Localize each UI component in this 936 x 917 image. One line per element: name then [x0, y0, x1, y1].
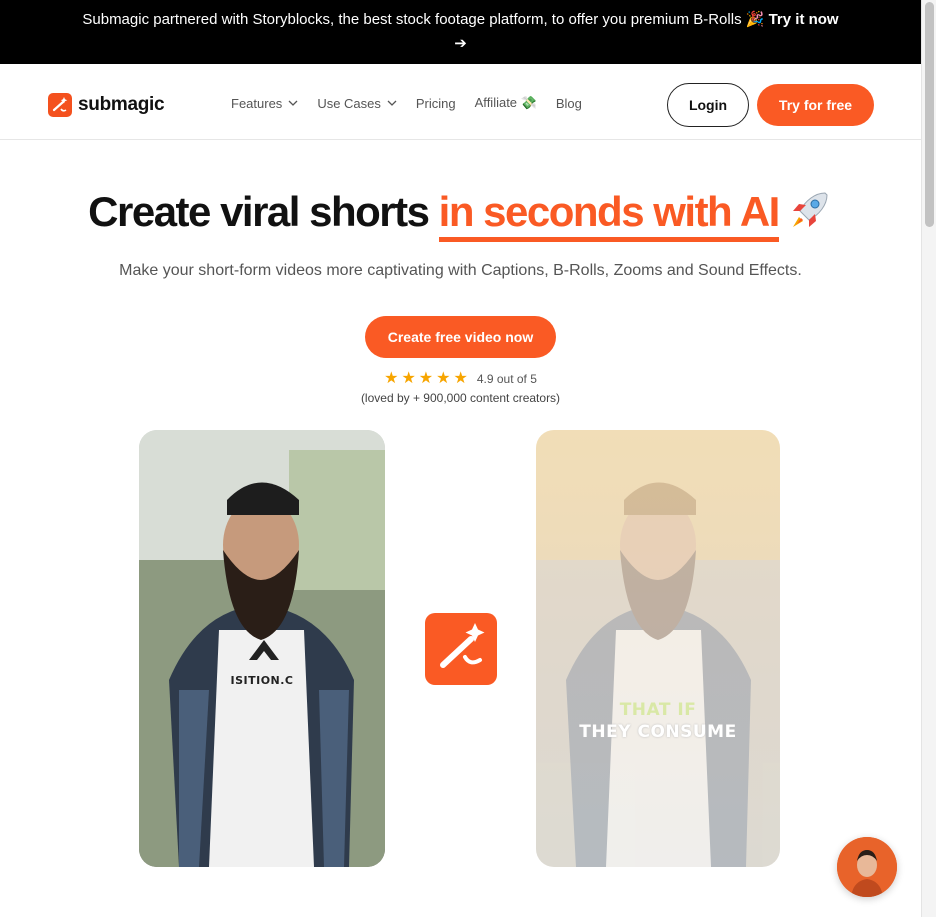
page: Submagic partnered with Storyblocks, the… [0, 0, 921, 917]
nav-item-blog[interactable]: Blog [556, 96, 582, 111]
hero-subtitle: Make your short-form videos more captiva… [119, 262, 802, 279]
chat-avatar[interactable] [837, 837, 897, 897]
main-menu: Features Use Cases Pricing Affiliate 💸 B… [231, 95, 601, 111]
avatar-icon [837, 837, 897, 897]
video-after[interactable]: THAT IF THEY CONSUME [536, 430, 780, 867]
star-icon: ★ [384, 370, 399, 387]
nav-item-label: Features [231, 95, 283, 111]
nav-item-use-cases[interactable]: Use Cases [317, 96, 397, 111]
person-image [139, 430, 385, 867]
video-caption-line2: THEY CONSUME [579, 722, 737, 742]
top-nav: submagic Features Use Cases Pricing Affi… [0, 64, 921, 140]
submagic-logo-icon [425, 613, 497, 685]
nav-item-label: Affiliate 💸 [474, 95, 537, 110]
nav-item-label: Blog [555, 95, 582, 111]
hero-title: Create viral shorts in seconds with AI [0, 188, 921, 242]
logo-icon [48, 93, 72, 117]
nav-item-affiliate[interactable]: Affiliate 💸 [475, 95, 537, 111]
video-before[interactable]: ISITION.C [139, 430, 385, 867]
banner-text: Submagic partnered with Storyblocks, the… [82, 11, 769, 28]
video-caption-line1: THAT IF [619, 700, 697, 720]
nav-item-label: Use Cases [317, 95, 381, 111]
nav-item-features[interactable]: Features [231, 96, 298, 111]
star-icon: ★ [436, 370, 451, 387]
logo-text: submagic [78, 94, 165, 115]
chevron-down-icon [387, 100, 397, 106]
loved-by-text: (loved by + 900,000 content creators) [360, 391, 561, 405]
login-button[interactable]: Login [667, 83, 749, 127]
nav-item-label: Pricing [415, 95, 456, 111]
shirt-text: ISITION.C [230, 674, 294, 687]
try-for-free-button[interactable]: Try for free [757, 84, 874, 126]
promo-banner[interactable]: Submagic partnered with Storyblocks, the… [0, 0, 921, 64]
star-icon: ★ [453, 370, 468, 387]
create-video-button[interactable]: Create free video now [365, 316, 556, 358]
rocket-icon [792, 192, 828, 227]
person-image [536, 430, 780, 867]
hero-title-highlight: in seconds with AI [438, 188, 780, 242]
star-icon: ★ [418, 370, 434, 387]
chevron-down-icon [288, 100, 298, 106]
page-scrollbar[interactable] [921, 0, 936, 917]
scrollbar-thumb[interactable] [925, 2, 934, 227]
hero-title-plain: Create viral shorts [88, 188, 439, 235]
nav-item-pricing[interactable]: Pricing [416, 96, 456, 111]
star-icon: ★ [401, 370, 416, 387]
rating-text: 4.9 out of 5 [476, 372, 537, 386]
rating-row: ★ ★ ★ ★ ★ 4.9 out of 5 [0, 371, 921, 387]
brand-logo[interactable]: submagic [48, 93, 165, 117]
